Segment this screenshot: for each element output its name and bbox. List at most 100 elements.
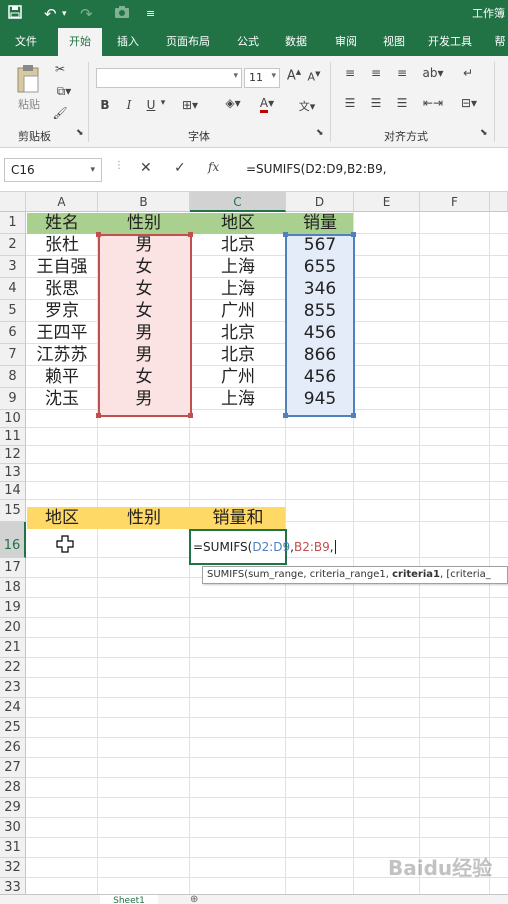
format-painter-icon[interactable]: 🖌 xyxy=(52,106,68,120)
copy-icon[interactable]: ⧉▾ xyxy=(52,84,76,99)
align-right-icon[interactable]: ☰ xyxy=(392,96,412,110)
summary-header-gender[interactable]: 性别 xyxy=(98,507,190,529)
tab-formulas[interactable]: 公式 xyxy=(228,28,268,56)
cancel-button[interactable]: ✕ xyxy=(140,160,152,176)
align-middle-icon[interactable]: ≡ xyxy=(366,66,386,80)
row-header[interactable]: 21 xyxy=(0,638,26,658)
table-cell[interactable]: 456 xyxy=(286,322,354,344)
row-header[interactable]: 19 xyxy=(0,598,26,618)
row-header[interactable]: 30 xyxy=(0,818,26,838)
indent-icon[interactable]: ⇤⇥ xyxy=(420,96,446,110)
row-header[interactable]: 31 xyxy=(0,838,26,858)
tab-review[interactable]: 审阅 xyxy=(326,28,366,56)
table-cell[interactable]: 上海 xyxy=(190,256,286,278)
row-header[interactable]: 5 xyxy=(0,300,26,322)
table-cell[interactable]: 罗京 xyxy=(26,300,98,322)
table-cell[interactable]: 男 xyxy=(98,344,190,366)
row-header[interactable]: 12 xyxy=(0,446,26,464)
table-cell[interactable]: 广州 xyxy=(190,300,286,322)
formula-input[interactable]: =SUMIFS(D2:D9,B2:B9, xyxy=(246,162,387,176)
camera-icon[interactable] xyxy=(114,4,130,24)
table-cell[interactable]: 女 xyxy=(98,366,190,388)
table-cell[interactable]: 655 xyxy=(286,256,354,278)
table-cell[interactable]: 男 xyxy=(98,322,190,344)
table-cell[interactable]: 王四平 xyxy=(26,322,98,344)
column-header-f[interactable]: F xyxy=(420,192,490,212)
table-header-cell[interactable]: 销量 xyxy=(286,212,354,234)
column-header-c[interactable]: C xyxy=(190,192,286,212)
column-header-partial[interactable] xyxy=(490,192,508,212)
table-cell[interactable]: 866 xyxy=(286,344,354,366)
table-header-cell[interactable]: 性别 xyxy=(98,212,190,234)
row-header[interactable]: 15 xyxy=(0,500,26,522)
row-header[interactable]: 14 xyxy=(0,482,26,500)
row-header[interactable]: 32 xyxy=(0,858,26,878)
table-cell[interactable]: 女 xyxy=(98,300,190,322)
column-header-a[interactable]: A xyxy=(26,192,98,212)
table-cell[interactable]: 沈玉 xyxy=(26,388,98,410)
align-bottom-icon[interactable]: ≡ xyxy=(392,66,412,80)
table-cell[interactable]: 男 xyxy=(98,234,190,256)
enter-button[interactable]: ✓ xyxy=(174,160,186,176)
row-header[interactable]: 6 xyxy=(0,322,26,344)
table-header-cell[interactable]: 地区 xyxy=(190,212,286,234)
cell-edit-formula[interactable]: =SUMIFS(D2:D9,B2:B9, xyxy=(193,540,336,554)
undo-icon[interactable]: ↶ xyxy=(44,4,57,24)
row-header[interactable]: 4 xyxy=(0,278,26,300)
table-cell[interactable]: 945 xyxy=(286,388,354,410)
summary-header-region[interactable]: 地区 xyxy=(26,507,98,529)
table-cell[interactable]: 女 xyxy=(98,278,190,300)
tab-page-layout[interactable]: 页面布局 xyxy=(158,28,218,56)
table-cell[interactable]: 王自强 xyxy=(26,256,98,278)
summary-header-sales-sum[interactable]: 销量和 xyxy=(190,507,286,529)
alignment-launcher-icon[interactable]: ⬊ xyxy=(480,128,488,138)
add-sheet-icon[interactable]: ⊕ xyxy=(190,894,198,904)
merge-center-icon[interactable]: ⊟▾ xyxy=(456,96,482,110)
row-header[interactable]: 9 xyxy=(0,388,26,410)
range-handle[interactable] xyxy=(283,413,288,418)
table-cell[interactable]: 广州 xyxy=(190,366,286,388)
column-header-d[interactable]: D xyxy=(286,192,354,212)
tab-view[interactable]: 视图 xyxy=(374,28,414,56)
table-cell[interactable]: 855 xyxy=(286,300,354,322)
row-header[interactable]: 29 xyxy=(0,798,26,818)
tab-insert[interactable]: 插入 xyxy=(108,28,148,56)
orientation-icon[interactable]: ab▾ xyxy=(420,66,446,80)
tab-data[interactable]: 数据 xyxy=(276,28,316,56)
tab-file[interactable]: 文件 xyxy=(6,28,46,56)
table-cell[interactable]: 北京 xyxy=(190,322,286,344)
align-center-icon[interactable]: ☰ xyxy=(366,96,386,110)
table-cell[interactable]: 北京 xyxy=(190,344,286,366)
table-cell[interactable]: 赖平 xyxy=(26,366,98,388)
customize-quick-access-icon[interactable]: ≡ xyxy=(146,4,155,24)
cut-icon[interactable]: ✂ xyxy=(52,62,68,76)
tab-home[interactable]: 开始 xyxy=(58,28,102,56)
underline-button[interactable]: U xyxy=(144,98,158,112)
phonetic-guide-icon[interactable]: 文▾ xyxy=(294,98,320,114)
align-top-icon[interactable]: ≡ xyxy=(340,66,360,80)
row-header[interactable]: 23 xyxy=(0,678,26,698)
table-cell[interactable]: 456 xyxy=(286,366,354,388)
row-header[interactable]: 7 xyxy=(0,344,26,366)
grow-font-icon[interactable]: A▲ xyxy=(286,68,302,83)
table-cell[interactable]: 女 xyxy=(98,256,190,278)
table-cell[interactable]: 567 xyxy=(286,234,354,256)
row-header[interactable]: 8 xyxy=(0,366,26,388)
font-size-select[interactable]: 11 ▾ xyxy=(244,68,280,88)
align-left-icon[interactable]: ☰ xyxy=(340,96,360,110)
row-header[interactable]: 3 xyxy=(0,256,26,278)
fill-color-icon[interactable]: ◈▾ xyxy=(220,96,246,110)
range-handle[interactable] xyxy=(188,413,193,418)
row-header[interactable]: 10 xyxy=(0,410,26,428)
row-header[interactable]: 11 xyxy=(0,428,26,446)
row-header[interactable]: 18 xyxy=(0,578,26,598)
worksheet-grid[interactable]: A B C D E F 1 2 3 4 5 6 7 8 9 10 11 12 13 14 15 16 17 18 1… xyxy=(0,192,508,904)
range-handle[interactable] xyxy=(351,413,356,418)
row-header[interactable]: 26 xyxy=(0,738,26,758)
table-cell[interactable]: 346 xyxy=(286,278,354,300)
sheet-tab-sheet1[interactable]: Sheet1 xyxy=(100,895,158,904)
font-color-icon[interactable]: A▾ xyxy=(254,96,280,113)
row-header[interactable]: 28 xyxy=(0,778,26,798)
undo-dropdown-icon[interactable]: ▾ xyxy=(62,4,67,24)
save-icon[interactable] xyxy=(8,4,22,24)
